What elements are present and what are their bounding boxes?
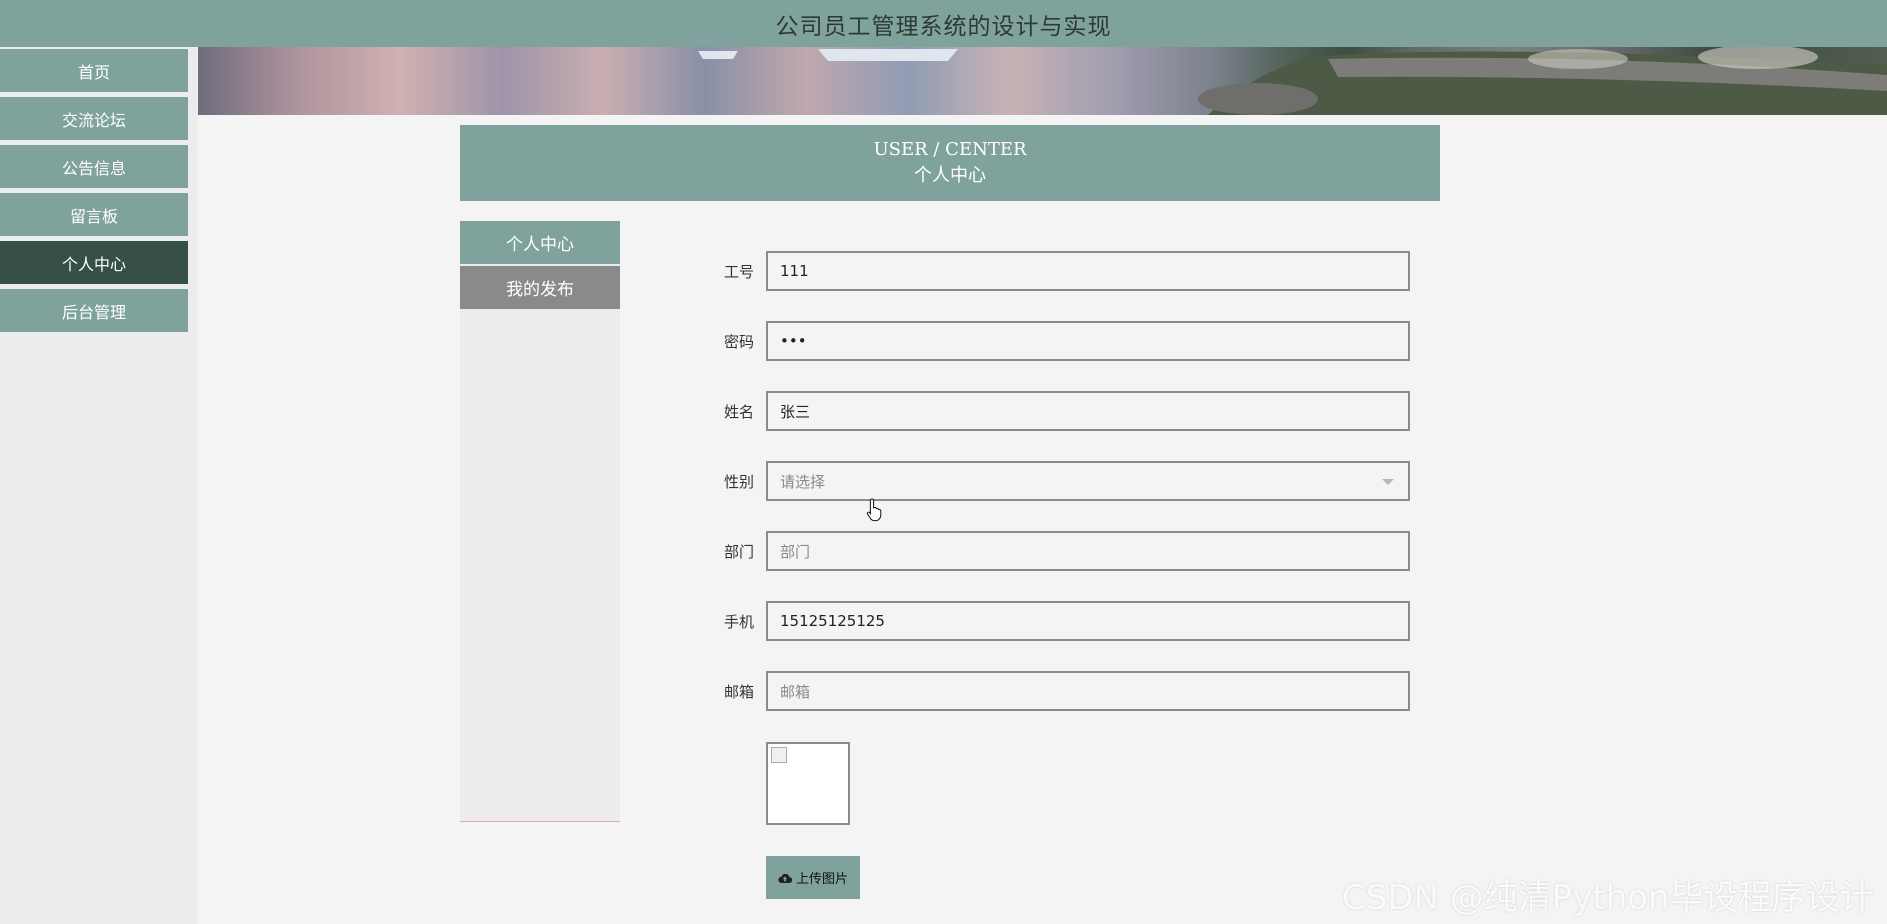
user-center-title-cn: 个人中心 xyxy=(914,165,986,186)
subnav-item-my-posts[interactable]: 我的发布 xyxy=(460,266,620,309)
upload-image-label: 上传图片 xyxy=(795,872,848,887)
employee-id-label: 工号 xyxy=(723,262,754,281)
avatar-preview xyxy=(766,742,850,825)
gender-label: 性别 xyxy=(723,472,754,491)
employee-id-input[interactable]: 111 xyxy=(766,251,1410,291)
password-label: 密码 xyxy=(723,332,754,351)
phone-label: 手机 xyxy=(723,612,754,631)
sidebar-item-admin[interactable]: 后台管理 xyxy=(0,289,188,332)
sidebar-item-user-center[interactable]: 个人中心 xyxy=(0,241,188,284)
subnav: 个人中心 我的发布 xyxy=(460,221,620,822)
watermark: CSDN @纯清Python毕设程序设计 xyxy=(1342,878,1874,918)
banner-image xyxy=(198,47,1887,115)
gender-select-placeholder: 请选择 xyxy=(780,472,826,491)
sidebar-item-message-board[interactable]: 留言板 xyxy=(0,193,188,236)
sidebar-item-announcements[interactable]: 公告信息 xyxy=(0,145,188,188)
user-center-header: USER / CENTER 个人中心 xyxy=(460,125,1440,201)
form-row-gender: 性别 请选择 xyxy=(700,461,1412,501)
form-row-password: 密码 ••• xyxy=(700,321,1412,361)
sidebar-item-forum[interactable]: 交流论坛 xyxy=(0,97,188,140)
form-row-phone: 手机 15125125125 xyxy=(700,601,1412,641)
top-header: 公司员工管理系统的设计与实现 xyxy=(0,0,1887,47)
chevron-down-icon xyxy=(1382,479,1394,485)
gender-select[interactable]: 请选择 xyxy=(766,461,1410,501)
app-title: 公司员工管理系统的设计与实现 xyxy=(775,13,1112,40)
email-label: 邮箱 xyxy=(723,682,754,701)
broken-image-icon xyxy=(771,747,787,763)
form-row-name: 姓名 张三 xyxy=(700,391,1412,431)
form-row-department: 部门 部门 xyxy=(700,531,1412,571)
upload-image-button[interactable]: 上传图片 xyxy=(766,856,860,899)
sidebar-item-home[interactable]: 首页 xyxy=(0,49,188,92)
form-row-employee-id: 工号 111 xyxy=(700,251,1412,291)
department-label: 部门 xyxy=(723,542,754,561)
name-label: 姓名 xyxy=(723,402,754,421)
phone-input[interactable]: 15125125125 xyxy=(766,601,1410,641)
sidebar: 首页 交流论坛 公告信息 留言板 个人中心 后台管理 xyxy=(0,47,198,924)
hand-cursor-icon xyxy=(866,498,884,526)
email-input[interactable]: 邮箱 xyxy=(766,671,1410,711)
name-input[interactable]: 张三 xyxy=(766,391,1410,431)
banner-scenery xyxy=(198,47,1887,115)
form-row-email: 邮箱 邮箱 xyxy=(700,671,1412,711)
subnav-item-user-center[interactable]: 个人中心 xyxy=(460,221,620,264)
department-input[interactable]: 部门 xyxy=(766,531,1410,571)
password-input[interactable]: ••• xyxy=(766,321,1410,361)
cloud-upload-icon xyxy=(778,873,792,883)
user-center-title-en: USER / CENTER xyxy=(873,139,1027,160)
